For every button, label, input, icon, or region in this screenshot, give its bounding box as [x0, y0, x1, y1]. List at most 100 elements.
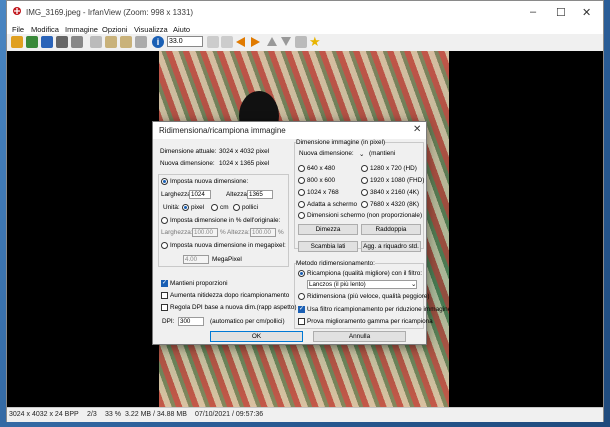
swap-sides-button[interactable]: Scambia lati: [298, 241, 358, 252]
menu-modifica[interactable]: Modifica: [31, 25, 59, 34]
current-dim-value: 3024 x 4032 pixel: [219, 148, 270, 155]
preset-7680-radio[interactable]: [361, 201, 368, 208]
ok-button[interactable]: OK: [210, 331, 303, 342]
preset-7680-label: 7680 x 4320 (8K): [370, 201, 420, 208]
prev-icon[interactable]: [236, 37, 245, 47]
status-zoom: 33 %: [105, 411, 121, 418]
save-icon[interactable]: [41, 36, 53, 48]
set-percent-radio[interactable]: [161, 217, 168, 224]
tools-icon[interactable]: [295, 36, 307, 48]
resample-label: Ricampiona (qualità migliore) con il fil…: [307, 270, 423, 277]
new-dim-label: Nuova dimensione:: [160, 160, 215, 167]
dpi-field[interactable]: 300: [178, 317, 204, 326]
preset-3840-label: 3840 x 2160 (4K): [370, 189, 420, 196]
menu-file[interactable]: File: [12, 25, 24, 34]
cut-icon[interactable]: [90, 36, 102, 48]
status-index: 2/3: [87, 411, 97, 418]
first-icon[interactable]: [267, 37, 277, 46]
undo-icon[interactable]: [135, 36, 147, 48]
status-datetime: 07/10/2021 / 09:57:36: [195, 411, 264, 418]
dpi-note: (automatico per cm/pollici): [210, 318, 285, 325]
pct-sign-2: %: [278, 229, 284, 236]
height-label: Altezza:: [226, 191, 249, 198]
megapixel-unit: MegaPixel: [212, 256, 242, 263]
unit-cm-label: cm: [220, 204, 229, 211]
double-button[interactable]: Raddoppia: [361, 224, 421, 235]
height-field[interactable]: 1365: [247, 190, 273, 199]
resample-radio[interactable]: [298, 270, 305, 277]
title-bar[interactable]: IMG_3169.jpeg - IrfanView (Zoom: 998 x 1…: [7, 1, 603, 24]
set-new-size-radio[interactable]: [161, 178, 168, 185]
sharpen-checkbox[interactable]: [161, 292, 168, 299]
use-filter-label: Usa filtro ricampionamento per riduzione…: [307, 306, 452, 313]
units-label: Unità:: [163, 204, 180, 211]
unit-inch-radio[interactable]: [233, 204, 240, 211]
star-icon[interactable]: ★: [309, 34, 321, 50]
adjust-dpi-label: Regola DPI base a nuova dim.(rapp aspett…: [170, 304, 297, 311]
zoom-select[interactable]: 33.0: [167, 36, 203, 47]
gamma-label: Prova miglioramento gamma per ricampiona: [307, 318, 433, 325]
delete-icon[interactable]: [71, 36, 83, 48]
copy-icon[interactable]: [105, 36, 117, 48]
next-icon[interactable]: [251, 37, 260, 47]
width-label: Larghezza:: [161, 191, 193, 198]
pct-sign-1: %: [220, 229, 226, 236]
print-icon[interactable]: [56, 36, 68, 48]
unit-pixel-radio[interactable]: [182, 204, 189, 211]
gamma-checkbox[interactable]: [298, 318, 305, 325]
keep-proportions-checkbox[interactable]: ✓: [161, 280, 168, 287]
keep-proportions-label: Mantieni proporzioni: [170, 280, 228, 287]
info-icon[interactable]: i: [152, 36, 164, 48]
screen-dims-radio[interactable]: [298, 212, 305, 219]
preset-640-radio[interactable]: [298, 165, 305, 172]
maximize-button[interactable]: ☐: [556, 6, 566, 19]
menu-opzioni[interactable]: Opzioni: [102, 25, 127, 34]
dpi-label: DPI:: [162, 318, 175, 325]
preset-1024-radio[interactable]: [298, 189, 305, 196]
preset-640-label: 640 x 480: [307, 165, 336, 172]
preset-1920-label: 1920 x 1080 (FHD): [370, 177, 425, 184]
slideshow-icon[interactable]: [26, 36, 38, 48]
preset-1920-radio[interactable]: [361, 177, 368, 184]
cancel-button[interactable]: Annulla: [313, 331, 406, 342]
menu-immagine[interactable]: Immagine: [65, 25, 98, 34]
width-field[interactable]: 1024: [189, 190, 211, 199]
dialog-title-bar[interactable]: Ridimensiona/ricampiona immagine ✕: [153, 122, 426, 139]
set-megapixel-label: Imposta nuova dimensione in megapixel:: [170, 242, 286, 249]
preset-1280-radio[interactable]: [361, 165, 368, 172]
unit-cm-radio[interactable]: [211, 204, 218, 211]
filter-select[interactable]: Lanczos (il più lento): [307, 280, 417, 289]
adjust-dpi-checkbox[interactable]: [161, 304, 168, 311]
dialog-close-button[interactable]: ✕: [413, 124, 421, 135]
keep-label: (mantieni: [369, 150, 396, 157]
resize-radio[interactable]: [298, 293, 305, 300]
preset-fit-screen-radio[interactable]: [298, 201, 305, 208]
filter-chevron-down-icon[interactable]: ⌄: [411, 280, 416, 288]
pct-width-field[interactable]: 100.00: [192, 228, 218, 237]
megapixel-field[interactable]: 4.00: [183, 255, 209, 264]
menu-aiuto[interactable]: Aiuto: [173, 25, 190, 34]
zoom-out-icon[interactable]: [221, 36, 233, 48]
image-size-group-label: Dimensione immagine (in pixel): [296, 139, 386, 146]
preset-1280-label: 1280 x 720 (HD): [370, 165, 417, 172]
open-folder-icon[interactable]: [11, 36, 23, 48]
pct-height-field[interactable]: 100.00: [250, 228, 276, 237]
last-icon[interactable]: [281, 37, 291, 46]
unit-inch-label: pollici: [242, 204, 258, 211]
method-group-label: Metodo ridimensionamento:: [296, 260, 375, 267]
preset-3840-radio[interactable]: [361, 189, 368, 196]
zoom-in-icon[interactable]: [207, 36, 219, 48]
minimize-button[interactable]: –: [530, 6, 536, 18]
set-percent-label: Imposta dimensione in % dell'originale:: [170, 217, 281, 224]
use-filter-checkbox[interactable]: ✓: [298, 306, 305, 313]
chevron-down-icon[interactable]: ⌄: [359, 150, 364, 158]
preset-800-radio[interactable]: [298, 177, 305, 184]
paste-icon[interactable]: [120, 36, 132, 48]
set-megapixel-radio[interactable]: [161, 242, 168, 249]
filter-value: Lanczos (il più lento): [309, 281, 366, 288]
window-title: IMG_3169.jpeg - IrfanView (Zoom: 998 x 1…: [26, 8, 194, 17]
halve-button[interactable]: Dimezza: [298, 224, 358, 235]
close-button[interactable]: ✕: [582, 6, 591, 19]
square-button[interactable]: Agg. a riquadro std.: [361, 241, 421, 252]
menu-visualizza[interactable]: Visualizza: [134, 25, 168, 34]
